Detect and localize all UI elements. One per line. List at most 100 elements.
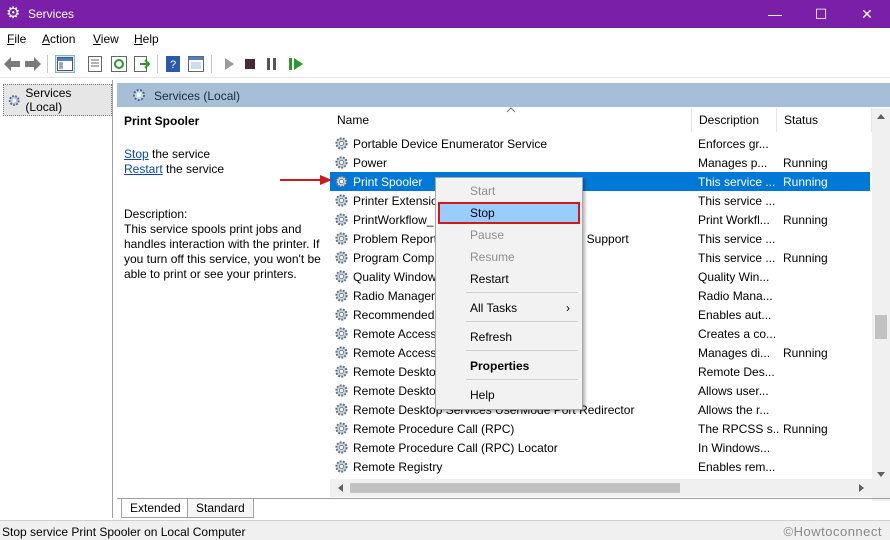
service-name: Radio Managen [353, 289, 438, 303]
scroll-left-icon[interactable] [336, 483, 344, 493]
back-icon[interactable] [3, 55, 21, 73]
service-row[interactable]: Remote Access Manages di... Running [330, 343, 870, 362]
selected-service-name: Print Spooler [124, 114, 200, 128]
service-row[interactable]: Recommended Enables aut... [330, 305, 870, 324]
horizontal-scrollbar[interactable] [330, 479, 872, 497]
service-name: Recommended [353, 308, 435, 322]
service-row[interactable]: Remote Procedure Call (RPC) The RPCSS s..… [330, 419, 870, 438]
service-status: Running [783, 213, 828, 227]
service-row[interactable]: Program Comp This service ... Running [330, 248, 870, 267]
service-status: Running [783, 346, 828, 360]
minimize-button[interactable]: — [752, 0, 798, 28]
close-button[interactable]: ✕ [844, 0, 890, 28]
context-menu: Start Stop Pause Resume Restart All Tasks › Ref… [435, 177, 583, 410]
menu-item-refresh[interactable]: Refresh [438, 326, 580, 348]
refresh-icon[interactable] [110, 55, 128, 73]
submenu-arrow-icon: › [566, 301, 570, 315]
toolbar-divider [211, 55, 212, 73]
properties-icon[interactable] [86, 55, 104, 73]
service-row[interactable]: Remote Desktop Allows user... [330, 381, 870, 400]
menu-item-all-tasks[interactable]: All Tasks › [438, 297, 580, 319]
pane-header-title: Services (Local) [154, 89, 241, 103]
toolbar-divider [47, 55, 48, 73]
export-icon[interactable] [133, 55, 151, 73]
maximize-button[interactable]: ☐ [798, 0, 844, 28]
menu-bar: File Action View Help [0, 29, 890, 50]
scroll-down-icon[interactable] [876, 471, 886, 479]
services-gear-icon [8, 94, 20, 106]
service-row[interactable]: Portable Device Enumerator Service Enforc… [330, 134, 870, 153]
service-description: Allows user... [698, 384, 769, 398]
services-list: Name Description Status Portable Device … [330, 107, 872, 501]
tree-node-services-local[interactable]: Services (Local) [3, 84, 112, 116]
service-row[interactable]: Remote Desktop Services UserMode Port Re… [330, 400, 870, 419]
stop-service-line: Stop the service [124, 147, 211, 161]
service-gear-icon [335, 403, 348, 416]
menu-help[interactable]: Help [134, 32, 159, 46]
service-gear-icon [335, 327, 348, 340]
menu-item-restart[interactable]: Restart [438, 268, 580, 290]
horizontal-scroll-thumb[interactable] [350, 483, 680, 493]
vertical-scroll-thumb[interactable] [875, 315, 887, 339]
service-name: Remote Desktop [353, 365, 443, 379]
console-icon[interactable] [187, 55, 205, 73]
service-description: In Windows... [698, 441, 771, 455]
menu-separator [466, 321, 578, 322]
menu-item-stop[interactable]: Stop [438, 202, 580, 224]
gear-icon: ⚙ [6, 5, 21, 22]
help-icon[interactable]: ? [164, 55, 182, 73]
tree-node-label: Services (Local) [25, 86, 72, 114]
tab-standard[interactable]: Standard [187, 499, 254, 518]
column-header-status[interactable]: Status [777, 108, 872, 132]
menu-view[interactable]: View [93, 32, 119, 46]
service-row[interactable]: Radio Managen Radio Mana... [330, 286, 870, 305]
service-gear-icon [335, 365, 348, 378]
menu-item-properties[interactable]: Properties [438, 355, 580, 377]
stop-icon[interactable] [241, 55, 259, 73]
scroll-up-icon[interactable] [876, 112, 886, 120]
pause-icon[interactable] [263, 55, 281, 73]
window-title: Services [28, 7, 75, 21]
start-icon[interactable] [220, 55, 238, 73]
service-gear-icon [335, 460, 348, 473]
service-row[interactable]: Remote Procedure Call (RPC) Locator In Wi… [330, 438, 870, 457]
service-row[interactable]: Remote Access Creates a co... [330, 324, 870, 343]
service-row[interactable]: Remote Registry Enables rem... [330, 457, 870, 476]
service-description: Remote Des... [698, 365, 775, 379]
service-row[interactable]: Problem Report el Support This service ... [330, 229, 870, 248]
service-row[interactable]: Quality Window Quality Win... [330, 267, 870, 286]
service-row[interactable]: PrintWorkflow_ Print Workfl... Running [330, 210, 870, 229]
forward-icon[interactable] [24, 55, 42, 73]
menu-file[interactable]: File [7, 32, 26, 46]
menu-action[interactable]: Action [42, 32, 75, 46]
menu-separator [466, 350, 578, 351]
menu-separator [466, 379, 578, 380]
vertical-scrollbar[interactable] [872, 108, 890, 501]
service-description: Enables aut... [698, 308, 772, 322]
restart-icon[interactable] [287, 55, 305, 73]
service-status: Running [783, 156, 828, 170]
service-description: Quality Win... [698, 270, 770, 284]
tab-extended[interactable]: Extended [121, 499, 190, 518]
menu-item-pause: Pause [470, 228, 505, 242]
show-hide-tree-icon[interactable] [55, 55, 75, 73]
service-row[interactable]: Printer Extensio This service ... [330, 191, 870, 210]
service-description: Allows the r... [698, 403, 770, 417]
scroll-right-icon[interactable] [858, 483, 866, 493]
menu-item-help[interactable]: Help [438, 384, 580, 406]
restart-service-link[interactable]: Restart [124, 162, 163, 176]
toolbar: ? [0, 51, 890, 78]
stop-service-link[interactable]: Stop [124, 147, 149, 161]
toolbar-divider [157, 55, 158, 73]
service-description: This service ... [698, 232, 776, 246]
service-gear-icon [335, 441, 348, 454]
service-name: Portable Device Enumerator Service [353, 137, 548, 151]
service-name: Remote Desktop [353, 384, 443, 398]
service-row[interactable]: Power Manages p... Running [330, 153, 870, 172]
service-name: Print Spooler [353, 175, 423, 189]
service-row[interactable]: Remote Desktop Remote Des... [330, 362, 870, 381]
service-name: Problem Report [353, 232, 438, 246]
column-header-description[interactable]: Description [692, 108, 777, 132]
service-row[interactable]: Print Spooler This service ... Running [330, 172, 870, 191]
services-gear-icon [133, 89, 145, 101]
